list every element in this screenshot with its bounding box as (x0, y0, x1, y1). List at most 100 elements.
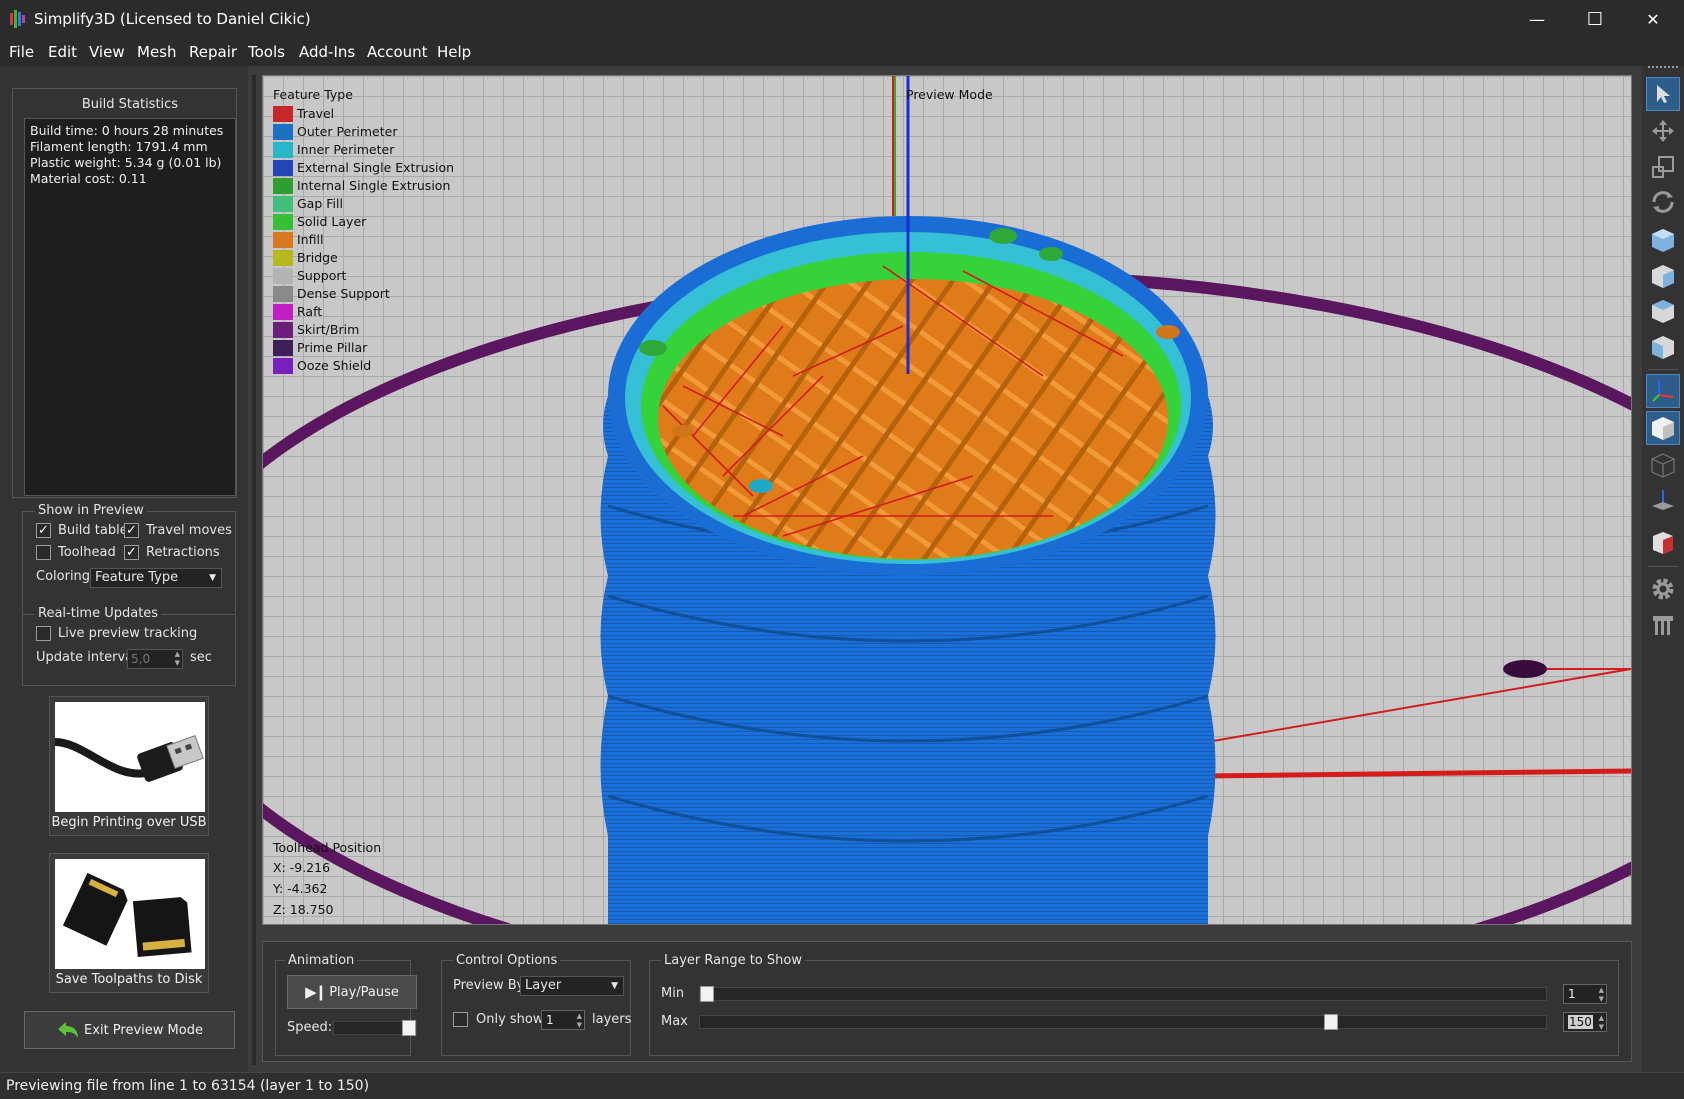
scale-tool-icon[interactable] (1646, 150, 1680, 184)
menu-edit[interactable]: Edit (48, 43, 77, 61)
view-front-cube-icon[interactable] (1646, 259, 1680, 293)
build-statistics-text: Build time: 0 hours 28 minutes Filament … (24, 118, 236, 496)
legend-label: Support (297, 268, 347, 283)
plastic-weight: Plastic weight: 5.34 g (0.01 lb) (30, 155, 222, 170)
legend-swatch (273, 160, 293, 176)
legend-label: Infill (297, 232, 324, 247)
build-plate-axes-icon[interactable] (1646, 484, 1680, 518)
toolhead-checkbox[interactable] (36, 545, 51, 560)
select-tool-icon[interactable] (1646, 77, 1680, 111)
menu-file[interactable]: File (9, 43, 34, 61)
legend-swatch (273, 232, 293, 248)
build-table-checkbox[interactable]: ✓ (36, 523, 51, 538)
legend-title: Feature Type (273, 87, 353, 102)
wireframe-cube-icon[interactable] (1646, 448, 1680, 482)
minimize-button[interactable]: — (1508, 0, 1566, 38)
retractions-checkbox[interactable]: ✓ (124, 545, 139, 560)
update-interval-input[interactable]: 5,0 ▲ ▼ (127, 649, 183, 669)
preview-by-label: Preview By (453, 978, 525, 993)
realtime-updates-title: Real-time Updates (35, 606, 162, 621)
solid-view-cube-icon[interactable] (1646, 411, 1680, 445)
update-interval-label: Update interval (36, 650, 137, 665)
coloring-dropdown[interactable]: Feature Type ▼ (90, 568, 222, 588)
max-layer-slider[interactable] (699, 1014, 1547, 1030)
maximize-button[interactable]: ☐ (1566, 0, 1624, 38)
begin-printing-usb-button[interactable]: Begin Printing over USB (49, 696, 209, 836)
preview-by-dropdown[interactable]: Layer ▼ (520, 976, 624, 996)
play-pause-icon: ▶❙ (305, 983, 327, 1001)
material-cost: Material cost: 0.11 (30, 171, 147, 186)
close-button[interactable]: ✕ (1624, 0, 1682, 38)
settings-gear-icon[interactable] (1646, 572, 1680, 606)
view-side-cube-icon[interactable] (1646, 330, 1680, 364)
legend-label: External Single Extrusion (297, 160, 455, 175)
menu-tools[interactable]: Tools (248, 43, 285, 61)
show-in-preview-title: Show in Preview (35, 503, 147, 518)
only-show-label: Only show (476, 1012, 544, 1027)
only-show-checkbox[interactable] (453, 1012, 468, 1027)
spin-arrows-icon: ▲ ▼ (1598, 1014, 1604, 1031)
sd-card-icon (55, 859, 205, 969)
min-layer-value: 1 (1568, 987, 1576, 1001)
usb-cable-icon (55, 702, 205, 812)
cross-section-icon[interactable] (1646, 526, 1680, 560)
panel-splitter[interactable] (252, 75, 256, 1065)
view-iso-cube-icon[interactable] (1646, 223, 1680, 257)
max-layer-slider-handle[interactable] (1324, 1014, 1338, 1030)
move-tool-icon[interactable] (1646, 114, 1680, 148)
menu-view[interactable]: View (89, 43, 125, 61)
show-axes-icon[interactable] (1646, 374, 1680, 408)
3d-preview-viewport[interactable]: Feature Type Travel Outer Perimeter Inner … (262, 75, 1632, 925)
legend-swatch (273, 340, 293, 356)
legend-swatch (273, 286, 293, 302)
save-toolpaths-button[interactable]: Save Toolpaths to Disk (49, 853, 209, 993)
retractions-label: Retractions (146, 545, 220, 560)
play-pause-button[interactable]: ▶❙ Play/Pause (287, 975, 417, 1009)
toolbar-divider (1648, 369, 1678, 370)
machine-control-icon[interactable] (1646, 608, 1680, 642)
legend-label: Bridge (297, 250, 338, 265)
legend-swatch (273, 106, 293, 122)
legend-label: Solid Layer (297, 214, 367, 229)
min-layer-slider[interactable] (699, 986, 1547, 1002)
view-top-cube-icon[interactable] (1646, 294, 1680, 328)
menu-repair[interactable]: Repair (189, 43, 237, 61)
layers-label: layers (592, 1012, 632, 1027)
build-statistics-title: Build Statistics (81, 97, 179, 112)
menu-account[interactable]: Account (367, 43, 428, 61)
status-bar: Previewing file from line 1 to 63154 (la… (0, 1072, 1684, 1099)
spin-arrows-icon: ▲ ▼ (576, 1012, 582, 1029)
live-preview-tracking-checkbox[interactable] (36, 626, 51, 641)
control-options-group (441, 960, 631, 1056)
menu-add-ins[interactable]: Add-Ins (299, 43, 355, 61)
spin-arrows-icon: ▲ ▼ (174, 650, 180, 667)
only-show-layers-input[interactable]: 1 ▲ ▼ (541, 1010, 585, 1030)
legend-swatch (273, 142, 293, 158)
menu-mesh[interactable]: Mesh (137, 43, 177, 61)
max-layer-label: Max (661, 1014, 688, 1029)
preview-side-panel: Build Statistics Build time: 0 hours 28 … (0, 66, 248, 1072)
min-layer-label: Min (661, 986, 685, 1001)
exit-preview-mode-button[interactable]: Exit Preview Mode (24, 1011, 235, 1049)
view-toolbar (1642, 66, 1684, 1072)
legend-swatch (273, 304, 293, 320)
update-interval-value: 5,0 (131, 652, 151, 666)
speed-label: Speed: (287, 1020, 333, 1035)
legend-label: Raft (297, 304, 323, 319)
max-layer-input[interactable]: 150 ▲ ▼ (1563, 1012, 1607, 1032)
speed-slider-handle[interactable] (402, 1020, 416, 1036)
rotate-tool-icon[interactable] (1646, 185, 1680, 219)
menu-help[interactable]: Help (437, 43, 471, 61)
travel-moves-checkbox[interactable]: ✓ (124, 523, 139, 538)
back-arrow-icon (58, 1022, 79, 1038)
toolpath-render (263, 76, 1631, 924)
layer-range-group (649, 960, 1619, 1056)
min-layer-input[interactable]: 1 ▲ ▼ (1563, 984, 1607, 1004)
update-interval-unit: sec (190, 650, 212, 665)
window-title: Simplify3D (Licensed to Daniel Cikic) (34, 10, 311, 28)
speed-slider[interactable] (333, 1020, 417, 1036)
toolhead-position-title: Toolhead Position (273, 840, 382, 855)
layer-range-title: Layer Range to Show (661, 953, 805, 968)
min-layer-slider-handle[interactable] (700, 986, 714, 1002)
legend-label: Dense Support (297, 286, 390, 301)
